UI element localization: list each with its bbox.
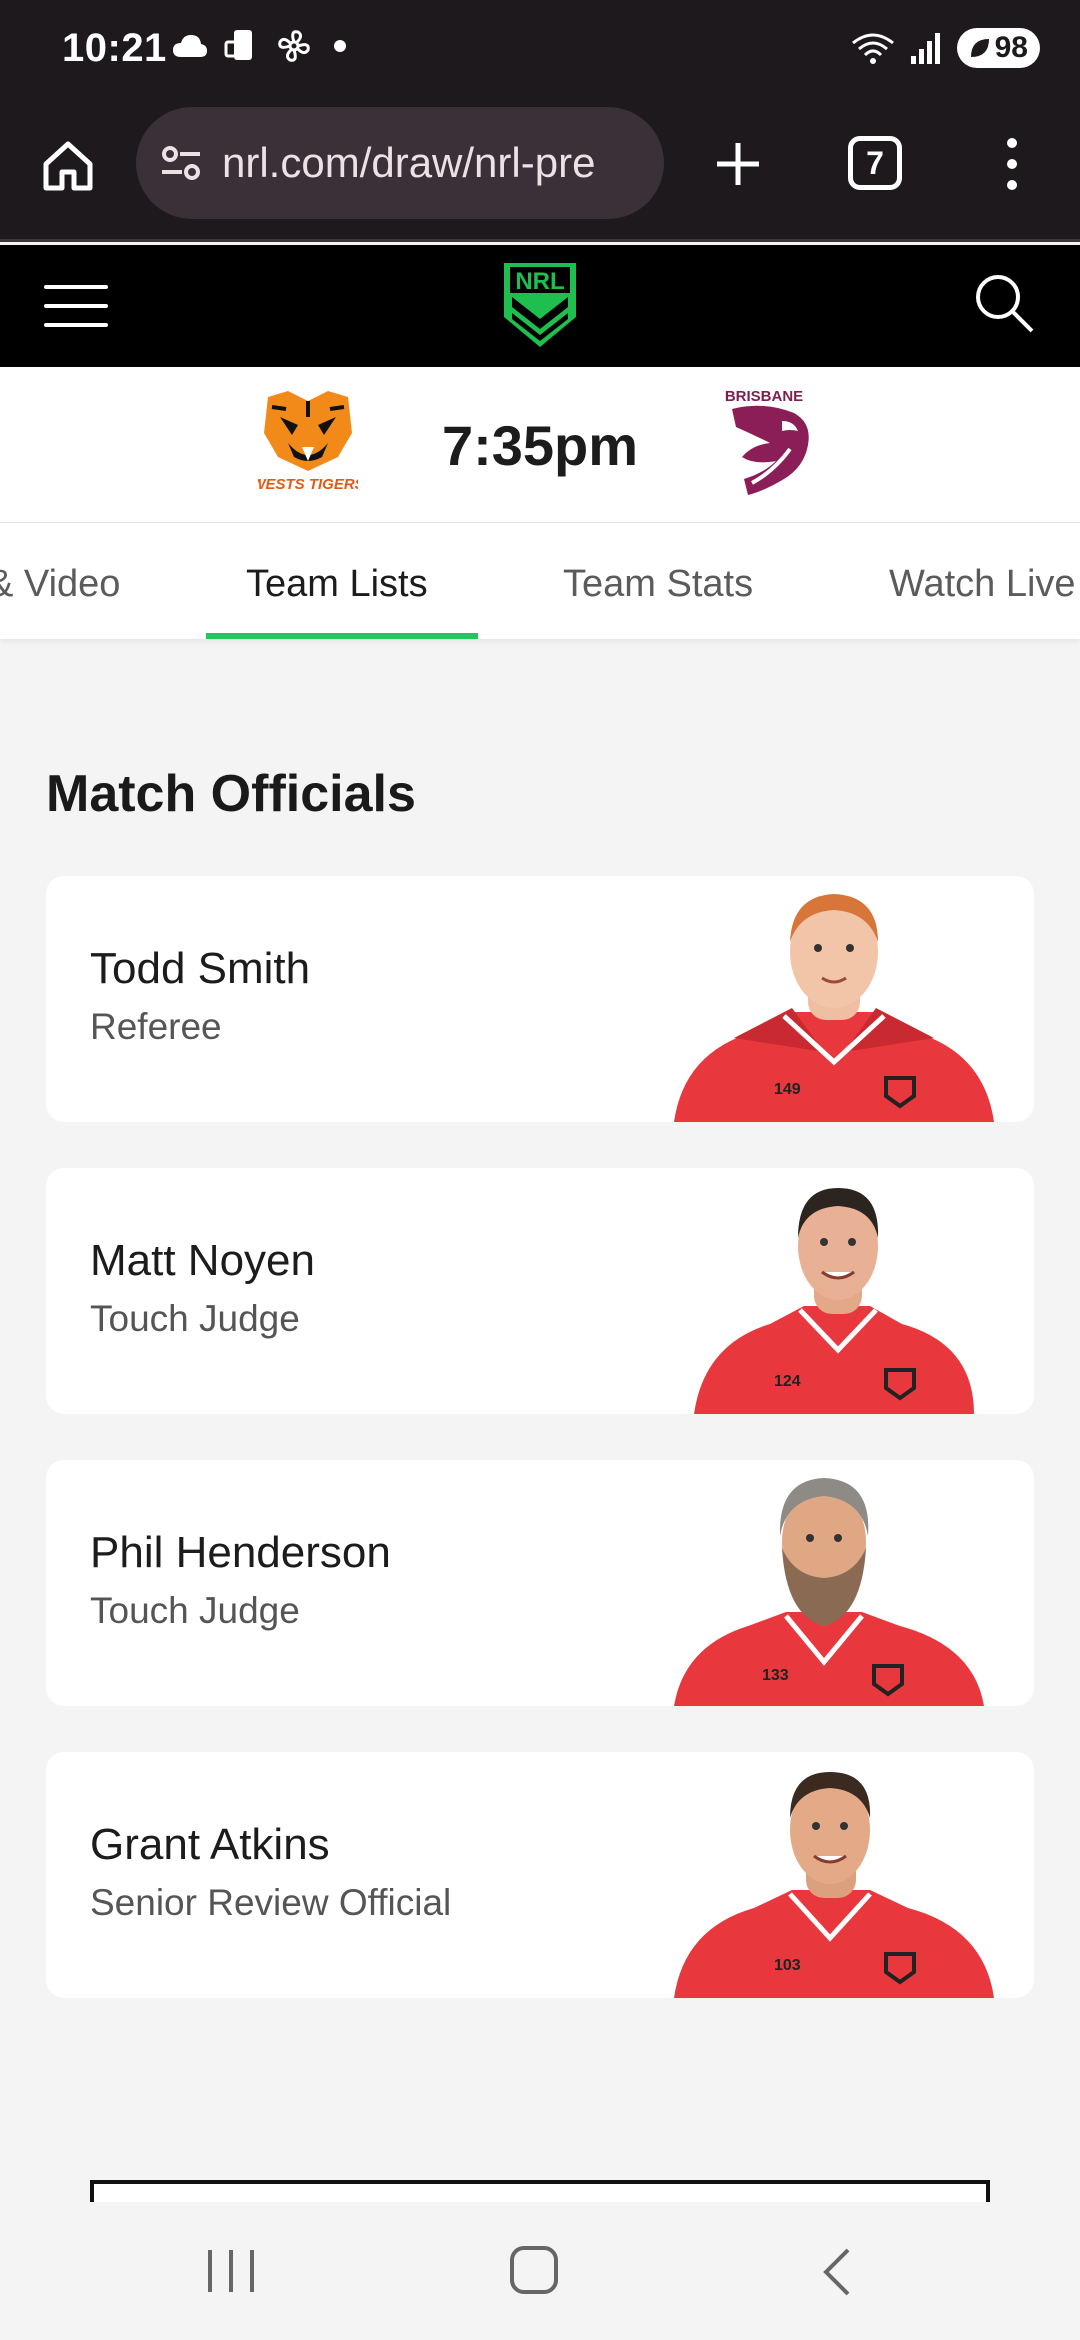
match-tabs: & Video Team Lists Team Stats Watch Live [0,523,1080,639]
official-role: Senior Review Official [90,1882,452,1923]
status-right-icons: 98 [851,28,1040,68]
official-photo: 133 [674,1478,984,1706]
dot-icon [334,40,346,52]
nfc-phone-icon [224,30,252,60]
browser-toolbar: nrl.com/draw/nrl-pre 7 [0,100,1080,242]
official-name: Todd Smith [90,944,311,993]
browser-menu-button[interactable] [994,130,1030,198]
official-card-matt-noyen[interactable]: Matt Noyen Touch Judge 124 [46,1168,1034,1414]
fan-icon [278,30,310,62]
match-header: WESTS TIGERS 7:35pm BRISBANE [0,367,1080,523]
status-time: 10:21 [62,26,167,70]
new-tab-button[interactable] [704,130,772,198]
search-icon[interactable] [972,271,1036,335]
jersey-number: 149 [774,1081,801,1098]
home-button[interactable] [510,2246,558,2294]
system-nav-bar [0,2202,1080,2340]
menu-dot [1007,159,1017,169]
section-title: Match Officials [46,765,416,823]
tab-team-stats[interactable]: Team Stats [563,563,753,606]
plus-icon [717,143,759,185]
back-icon[interactable] [812,2246,862,2298]
official-card-todd-smith[interactable]: Todd Smith Referee 149 [46,876,1034,1122]
official-role: Referee [90,1006,222,1047]
hamburger-line [44,304,108,308]
official-photo: 149 [674,894,994,1122]
battery-level: 98 [994,31,1028,64]
official-role: Touch Judge [90,1298,300,1339]
battery-indicator: 98 [956,28,1040,68]
match-time: 7:35pm [441,414,639,477]
wests-tigers-wordmark: WESTS TIGERS [258,476,358,493]
official-card-phil-henderson[interactable]: Phil Henderson Touch Judge 133 [46,1460,1034,1706]
hamburger-line [44,323,108,327]
brisbane-wordmark: BRISBANE [725,388,803,405]
recents-bar [208,2250,212,2292]
official-photo: 103 [674,1772,994,1998]
official-card-grant-atkins[interactable]: Grant Atkins Senior Review Official 103 [46,1752,1034,1998]
active-tab-indicator [206,633,478,639]
status-bar: 10:21 98 [0,0,1080,100]
jersey-number: 124 [774,1373,801,1390]
site-settings-icon [162,146,200,180]
nrl-logo[interactable]: NRL [500,259,580,351]
jersey-number: 133 [762,1667,789,1684]
menu-dot [1007,138,1017,148]
official-photo: 124 [694,1188,974,1414]
url-text: nrl.com/draw/nrl-pre [222,139,596,186]
official-role: Touch Judge [90,1590,300,1631]
brisbane-broncos-logo[interactable]: BRISBANE [724,387,818,503]
site-header: NRL [0,245,1080,367]
leaf-icon [970,39,989,57]
signal-icon [910,33,940,64]
nrl-logo-text: NRL [515,268,564,295]
tab-switcher-button[interactable]: 7 [848,136,902,190]
recents-button[interactable] [208,2250,254,2292]
home-icon [43,141,93,191]
recents-bar [250,2250,254,2292]
official-name: Grant Atkins [90,1820,330,1869]
tab-team-lists[interactable]: Team Lists [246,563,428,606]
jersey-number: 103 [774,1957,801,1974]
tab-count: 7 [866,144,884,181]
status-left-icons [172,28,346,64]
recents-bar [229,2250,233,2292]
official-name: Matt Noyen [90,1236,315,1285]
browser-home-button[interactable] [36,134,100,198]
menu-dot [1007,180,1017,190]
official-name: Phil Henderson [90,1528,391,1577]
cloud-icon [173,35,207,57]
hamburger-menu-button[interactable] [44,285,108,327]
tab-video[interactable]: & Video [0,563,120,606]
url-bar[interactable]: nrl.com/draw/nrl-pre [136,107,664,219]
tab-watch-live[interactable]: Watch Live [889,563,1076,606]
wifi-icon [851,33,894,64]
hamburger-line [44,285,108,289]
